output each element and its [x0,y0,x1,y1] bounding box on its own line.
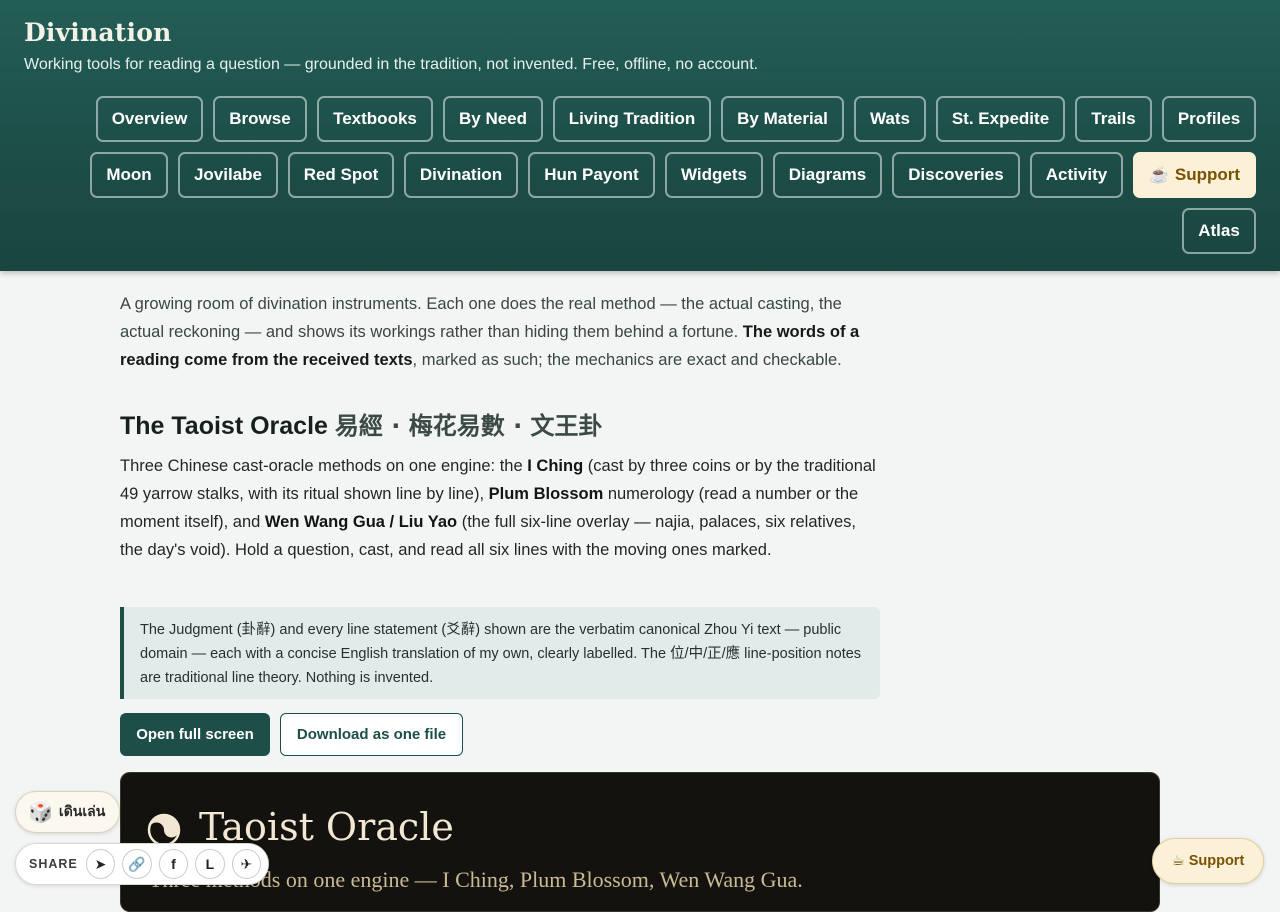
nav-discoveries[interactable]: Discoveries [892,152,1020,198]
intro-text-end: , marked as such; the mechanics are exac… [412,351,842,369]
section-description: Three Chinese cast-oracle methods on one… [120,452,880,564]
desc-text: Three Chinese cast-oracle methods on one… [120,457,528,475]
share-telegram-button[interactable]: ✈ [231,849,262,879]
section-title-cjk: 易經 · 梅花易數 · 文王卦 [334,412,603,440]
desc-wen-wang-gua: Wen Wang Gua / Liu Yao [264,513,458,531]
oracle-embed-panel[interactable]: Taoist Oracle Three methods on one engin… [120,772,1160,912]
source-note: The Judgment (卦辭) and every line stateme… [120,607,880,699]
dice-icon: 🎲 [28,801,53,824]
nav-by-material[interactable]: By Material [721,96,844,142]
nav-divination[interactable]: Divination [404,152,518,198]
nav-by-need[interactable]: By Need [443,96,543,142]
nav-profiles[interactable]: Profiles [1162,96,1256,142]
random-walk-button[interactable]: 🎲 เดินเล่น [15,791,121,833]
download-file-button[interactable]: Download as one file [280,713,463,756]
random-walk-label: เดินเล่น [58,803,106,819]
nav-jovilabe[interactable]: Jovilabe [178,152,278,198]
nav-support-button[interactable]: ☕ Support [1133,152,1256,198]
nav-wats[interactable]: Wats [854,96,926,142]
open-full-screen-button[interactable]: Open full screen [120,713,270,756]
coffee-cup-icon: ☕ [1148,167,1169,184]
section-title: The Taoist Oracle 易經 · 梅花易數 · 文王卦 [120,406,603,441]
nav-st-expedite[interactable]: St. Expedite [936,96,1065,142]
desc-plum-blossom: Plum Blossom [488,485,604,503]
nav-textbooks[interactable]: Textbooks [317,96,433,142]
nav-moon[interactable]: Moon [90,152,168,198]
site-title[interactable]: Divination [24,18,171,47]
nav-trails[interactable]: Trails [1075,96,1152,142]
floating-support-label: Support [1188,853,1245,869]
intro-paragraph: A growing room of divination instruments… [120,290,890,374]
nav-red-spot[interactable]: Red Spot [288,152,394,198]
site-header: Divination Working tools for reading a q… [0,0,1280,271]
share-line-button[interactable]: L [195,849,225,879]
section-title-text: The Taoist Oracle [120,412,328,440]
copy-link-button[interactable]: 🔗 [122,849,152,879]
yin-yang-icon [147,813,181,847]
nav-living-tradition[interactable]: Living Tradition [553,96,711,142]
nav-widgets[interactable]: Widgets [665,152,763,198]
share-native-button[interactable]: ➤ [85,849,116,879]
site-tagline: Working tools for reading a question — g… [24,56,759,73]
nav-diagrams[interactable]: Diagrams [773,152,882,198]
share-bar: SHARE ➤ 🔗 f L ✈ [15,843,269,885]
desc-i-ching: I Ching [527,457,584,475]
nav-browse[interactable]: Browse [213,96,307,142]
intro-text: A growing room of divination instruments… [120,295,842,341]
nav-activity[interactable]: Activity [1030,152,1123,198]
nav-support-label: Support [1174,165,1241,184]
nav-atlas[interactable]: Atlas [1182,208,1256,254]
floating-support-button[interactable]: ☕ Support [1152,838,1264,884]
share-label: SHARE [29,857,78,871]
coffee-cup-icon: ☕ [1171,853,1185,869]
share-facebook-button[interactable]: f [158,849,189,879]
nav-hun-payont[interactable]: Hun Payont [528,152,655,198]
nav-overview[interactable]: Overview [96,96,203,142]
